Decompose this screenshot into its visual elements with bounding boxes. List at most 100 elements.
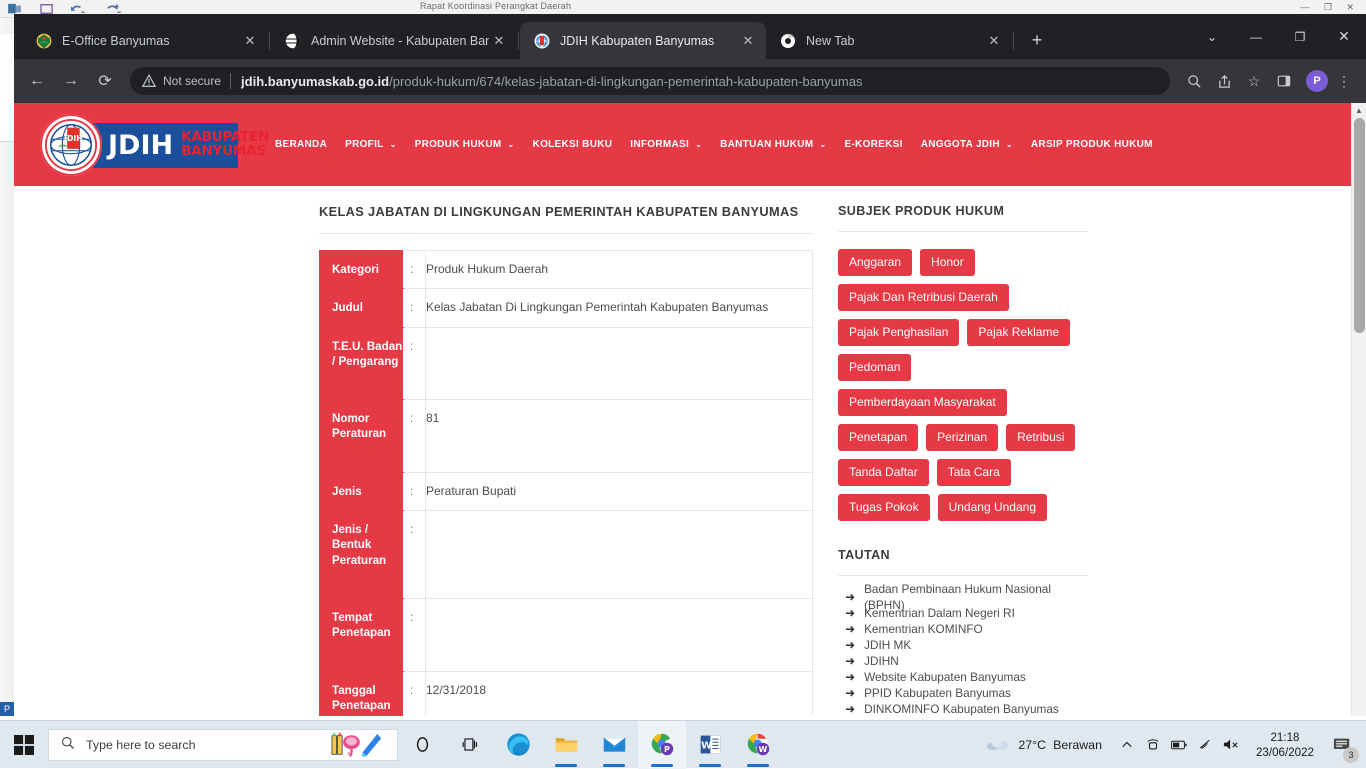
browser-tab-2[interactable]: JDIH Kabupaten Banyumas ✕ bbox=[520, 22, 766, 59]
subject-tag-anggaran[interactable]: Anggaran bbox=[838, 249, 912, 276]
nav-item-informasi[interactable]: INFORMASI⌄ bbox=[621, 133, 711, 156]
chrome-menu-icon[interactable]: ⋮ bbox=[1330, 67, 1358, 95]
subject-tag-pajak-reklame[interactable]: Pajak Reklame bbox=[967, 319, 1070, 346]
taskbar-clock[interactable]: 21:18 23/06/2022 bbox=[1248, 730, 1322, 760]
zoom-icon[interactable] bbox=[1180, 67, 1208, 95]
table-row: Kategori : Produk Hukum Daerah bbox=[320, 251, 813, 289]
microsoft-edge-icon[interactable] bbox=[494, 721, 542, 769]
nav-item-profil[interactable]: PROFIL⌄ bbox=[336, 133, 405, 156]
subject-tag-undang-undang[interactable]: Undang Undang bbox=[938, 494, 1047, 521]
nav-item-e-koreksi[interactable]: E-KOREKSI bbox=[835, 133, 911, 156]
show-hidden-icons[interactable] bbox=[1114, 721, 1140, 769]
link-label: DINKOMINFO Kabupaten Banyumas bbox=[864, 701, 1059, 716]
chrome-profile-p-icon[interactable]: P bbox=[638, 721, 686, 769]
address-bar[interactable]: Not secure jdih.banyumaskab.go.id/produk… bbox=[130, 67, 1170, 95]
list-item[interactable]: ➜DINKOMINFO Kabupaten Banyumas bbox=[838, 701, 1088, 716]
profile-avatar[interactable]: P bbox=[1306, 70, 1328, 92]
battery-icon[interactable] bbox=[1166, 721, 1192, 769]
tab-separator bbox=[269, 32, 270, 50]
browser-toolbar: ← → ⟳ Not secure jdih.banyumaskab.go.id/… bbox=[14, 59, 1366, 103]
share-icon[interactable] bbox=[1210, 67, 1238, 95]
list-item[interactable]: ➜Website Kabupaten Banyumas bbox=[838, 669, 1088, 685]
scrollbar-thumb[interactable] bbox=[1354, 118, 1365, 333]
reload-icon[interactable]: ⟳ bbox=[90, 66, 120, 96]
list-item[interactable]: ➜JDIH MK bbox=[838, 637, 1088, 653]
nav-label: BERANDA bbox=[275, 139, 327, 150]
subject-tag-tugas-pokok[interactable]: Tugas Pokok bbox=[838, 494, 930, 521]
notification-count: 3 bbox=[1343, 747, 1359, 763]
minimize-icon[interactable]: — bbox=[1234, 14, 1278, 59]
browser-tab-strip: E-Office Banyumas ✕ Admin Website - Kabu… bbox=[14, 14, 1366, 59]
subject-tag-tata-cara[interactable]: Tata Cara bbox=[937, 459, 1011, 486]
nav-item-anggota-jdih[interactable]: ANGGOTA JDIH⌄ bbox=[912, 133, 1022, 156]
nav-label: INFORMASI bbox=[630, 139, 689, 150]
subject-tag-honor[interactable]: Honor bbox=[920, 249, 975, 276]
side-panel-icon[interactable] bbox=[1270, 67, 1298, 95]
file-explorer-icon[interactable] bbox=[542, 721, 590, 769]
row-colon: : bbox=[404, 251, 426, 289]
subject-tag-penetapan[interactable]: Penetapan bbox=[838, 424, 918, 451]
microsoft-word-icon[interactable]: W bbox=[686, 721, 734, 769]
page-viewport: JDIH JDIH KABUPATEN BANYUMAS BERANDA PRO… bbox=[14, 103, 1366, 716]
list-item[interactable]: ➜JDIHN bbox=[838, 653, 1088, 669]
warning-triangle-icon[interactable] bbox=[142, 74, 156, 88]
maximize-icon[interactable]: ❐ bbox=[1278, 14, 1322, 59]
onedrive-icon[interactable] bbox=[1140, 721, 1166, 769]
subject-tag-pemberdayaan-masyarakat[interactable]: Pemberdayaan Masyarakat bbox=[838, 389, 1007, 416]
new-tab-button[interactable]: + bbox=[1023, 26, 1051, 54]
weather-widget[interactable]: 27°C Berawan bbox=[985, 736, 1102, 754]
browser-tab-3[interactable]: New Tab ✕ bbox=[766, 22, 1012, 59]
main-navigation: BERANDA PROFIL⌄ PRODUK HUKUM⌄ KOLEKSI BU… bbox=[266, 133, 1162, 156]
volume-muted-icon[interactable] bbox=[1218, 721, 1244, 769]
list-item[interactable]: ➜Kementrian KOMINFO bbox=[838, 621, 1088, 637]
subject-tag-pajak-dan-retribusi-daerah[interactable]: Pajak Dan Retribusi Daerah bbox=[838, 284, 1009, 311]
windows-logo-icon[interactable] bbox=[0, 721, 48, 769]
task-view-icon[interactable] bbox=[446, 721, 494, 769]
close-icon[interactable]: ✕ bbox=[489, 31, 509, 51]
nav-item-produk-hukum[interactable]: PRODUK HUKUM⌄ bbox=[406, 133, 524, 156]
nav-label: ANGGOTA JDIH bbox=[921, 139, 1000, 150]
globe-icon bbox=[285, 33, 301, 49]
nav-item-koleksi-buku[interactable]: KOLEKSI BUKU bbox=[524, 133, 622, 156]
browser-tab-0[interactable]: E-Office Banyumas ✕ bbox=[22, 22, 268, 59]
tab-separator bbox=[518, 32, 519, 50]
cortana-icon[interactable] bbox=[398, 721, 446, 769]
chrome-profile-w-icon[interactable]: W bbox=[734, 721, 782, 769]
row-label: T.E.U. Badan / Pengarang bbox=[320, 327, 404, 400]
list-item[interactable]: ➜Badan Pembinaan Hukum Nasional (BPHN) bbox=[838, 589, 1088, 605]
mail-icon[interactable] bbox=[590, 721, 638, 769]
browser-tab-1[interactable]: Admin Website - Kabupaten Ban ✕ bbox=[271, 22, 517, 59]
close-icon[interactable]: ✕ bbox=[984, 31, 1004, 51]
row-label: Tempat Penetapan bbox=[320, 598, 404, 671]
list-item[interactable]: ➜PPID Kabupaten Banyumas bbox=[838, 685, 1088, 701]
arrow-right-icon: ➜ bbox=[845, 621, 855, 637]
site-logo[interactable]: JDIH JDIH KABUPATEN BANYUMAS bbox=[40, 114, 238, 176]
bookmark-star-icon[interactable]: ☆ bbox=[1240, 67, 1268, 95]
search-input[interactable]: Type here to search bbox=[48, 729, 398, 761]
security-status-label: Not secure bbox=[163, 74, 221, 88]
subject-tag-tanda-daftar[interactable]: Tanda Daftar bbox=[838, 459, 929, 486]
nav-item-bantuan-hukum[interactable]: BANTUAN HUKUM⌄ bbox=[711, 133, 835, 156]
scroll-up-icon[interactable]: ▲ bbox=[1352, 103, 1366, 118]
back-icon[interactable]: ← bbox=[22, 66, 52, 96]
forward-icon[interactable]: → bbox=[56, 66, 86, 96]
subject-tag-perizinan[interactable]: Perizinan bbox=[926, 424, 998, 451]
row-value: 81 bbox=[426, 400, 813, 473]
nav-item-arsip-produk-hukum[interactable]: ARSIP PRODUK HUKUM bbox=[1022, 133, 1162, 156]
close-icon[interactable]: ✕ bbox=[240, 31, 260, 51]
table-row: Jenis : Peraturan Bupati bbox=[320, 472, 813, 510]
nav-item-beranda[interactable]: BERANDA bbox=[266, 133, 336, 156]
table-row: Jenis / Bentuk Peraturan : bbox=[320, 511, 813, 599]
row-label: Tanggal Penetapan bbox=[320, 671, 404, 716]
notification-icon[interactable]: 3 bbox=[1322, 721, 1362, 769]
logo-plate: JDIH KABUPATEN BANYUMAS bbox=[78, 123, 238, 168]
subject-tag-pajak-penghasilan[interactable]: Pajak Penghasilan bbox=[838, 319, 959, 346]
subject-tag-pedoman[interactable]: Pedoman bbox=[838, 354, 911, 381]
close-icon[interactable]: ✕ bbox=[738, 31, 758, 51]
subject-tag-retribusi[interactable]: Retribusi bbox=[1006, 424, 1075, 451]
tab-search-icon[interactable]: ⌄ bbox=[1190, 14, 1234, 59]
page-scrollbar[interactable]: ▲ bbox=[1351, 103, 1366, 716]
wifi-icon[interactable] bbox=[1192, 721, 1218, 769]
close-window-icon[interactable]: ✕ bbox=[1322, 14, 1366, 59]
link-label: JDIHN bbox=[864, 653, 899, 669]
